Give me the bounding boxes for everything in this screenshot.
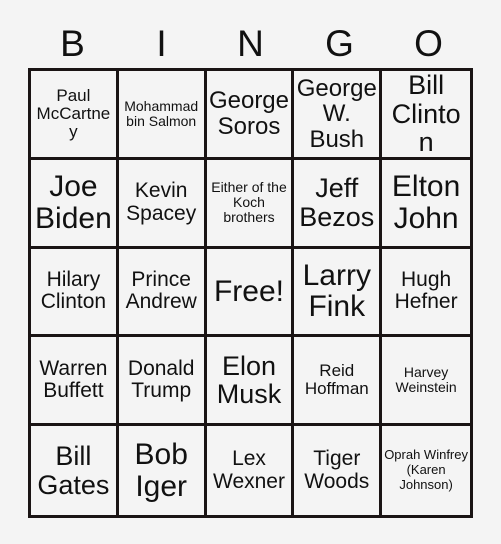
bingo-cell-b4[interactable]: Warren Buffett [31,337,119,427]
bingo-cell-n4[interactable]: Elon Musk [206,337,295,427]
bingo-cell-n1[interactable]: George Soros [206,71,295,160]
bingo-cell-o5[interactable]: Oprah Winfrey (Karen Johnson) [382,426,470,515]
bingo-cell-label: Elon Musk [216,350,282,410]
bingo-header-row: B I N G O [28,22,473,66]
bingo-cell-label: Warren Buffett [39,357,108,403]
bingo-cell-o3[interactable]: Hugh Hefner [382,248,470,338]
bingo-cell-label: Tiger Woods [304,447,370,493]
bingo-cell-label: Hilary Clinton [40,268,107,314]
header-letter-g: G [325,23,354,64]
bingo-cell-label: Mohammad bin Salmon [124,98,199,129]
bingo-cell-label: Larry Fink [302,258,371,324]
bingo-cell-b2[interactable]: Joe Biden [31,159,119,249]
header-letter-b: B [60,23,85,64]
bingo-cell-g4[interactable]: Reid Hoffman [294,337,383,427]
bingo-cell-b3[interactable]: Hilary Clinton [31,248,119,338]
bingo-cell-label: Bill Gates [37,440,110,500]
bingo-cell-label: Bob Iger [134,437,188,503]
bingo-card: B I N G O Paul McCartney Mohammad bin Sa… [0,0,501,544]
bingo-cell-label: Jeff Bezos [299,173,375,232]
bingo-cell-b5[interactable]: Bill Gates [31,426,119,515]
bingo-cell-label: Paul McCartney [36,85,111,141]
bingo-cell-label: Prince Andrew [125,268,197,314]
bingo-cell-label: Kevin Spacey [126,179,197,225]
bingo-cell-n5[interactable]: Lex Wexner [206,426,295,515]
bingo-cell-g3[interactable]: Larry Fink [294,248,383,338]
bingo-cell-i5[interactable]: Bob Iger [118,426,207,515]
bingo-cell-label: George Soros [208,87,290,140]
bingo-cell-i3[interactable]: Prince Andrew [118,248,207,338]
bingo-cell-label: Oprah Winfrey (Karen Johnson) [384,447,468,492]
bingo-cell-b1[interactable]: Paul McCartney [31,71,119,160]
bingo-cell-free-space[interactable]: Free! [206,248,295,338]
header-letter-i: I [156,23,167,64]
bingo-cell-label: George W. Bush [296,74,377,153]
bingo-cell-label: Donald Trump [127,357,195,403]
bingo-cell-i2[interactable]: Kevin Spacey [118,159,207,249]
bingo-cell-o2[interactable]: Elton John [382,159,470,249]
bingo-cell-o1[interactable]: Bill Clinton [382,71,470,160]
bingo-cell-i1[interactable]: Mohammad bin Salmon [118,71,207,160]
bingo-cell-label: Hugh Hefner [394,268,458,314]
header-letter-n: N [237,23,264,64]
bingo-cell-i4[interactable]: Donald Trump [118,337,207,427]
bingo-cell-label: Free! [213,274,284,308]
bingo-cell-g2[interactable]: Jeff Bezos [294,159,383,249]
bingo-cell-g1[interactable]: George W. Bush [294,71,383,160]
bingo-cell-label: Bill Clinton [391,71,461,158]
bingo-cell-label: Either of the Koch brothers [211,179,287,226]
bingo-cell-label: Joe Biden [35,169,112,235]
bingo-cell-label: Elton John [391,169,461,235]
bingo-cell-g5[interactable]: Tiger Woods [294,426,383,515]
bingo-cell-label: Lex Wexner [213,447,285,493]
header-letter-o: O [414,23,443,64]
bingo-cell-n2[interactable]: Either of the Koch brothers [206,159,295,249]
bingo-cell-label: Harvey Weinstein [395,364,457,396]
bingo-cell-label: Reid Hoffman [304,361,369,399]
bingo-grid: Paul McCartney Mohammad bin Salmon Georg… [28,68,473,518]
bingo-cell-o4[interactable]: Harvey Weinstein [382,337,470,427]
